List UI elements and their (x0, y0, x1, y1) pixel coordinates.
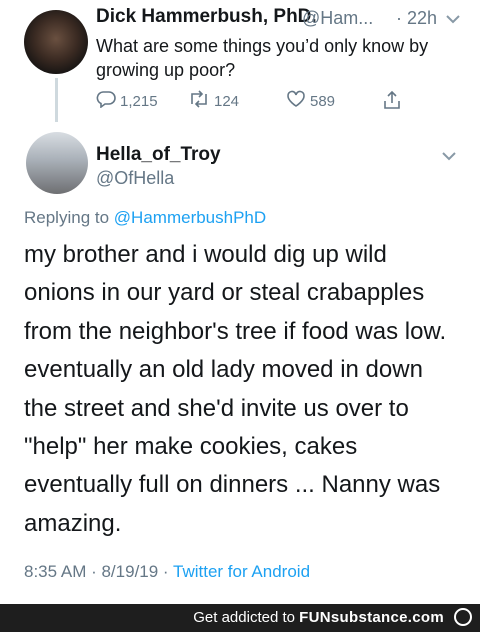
share-button[interactable] (382, 90, 402, 114)
watermark-brand: FUNsubstance.com (299, 609, 444, 626)
replying-prefix: Replying to (24, 208, 110, 227)
tweet-line: the street and she'd invite us over to (24, 394, 409, 422)
like-button[interactable]: 589 (286, 90, 335, 112)
tweet-metadata: 8:35 AM · 8/19/19 · Twitter for Android (24, 562, 310, 582)
chevron-down-icon[interactable] (446, 11, 460, 27)
tweet-time[interactable]: · 22h (396, 8, 437, 29)
watermark-text: Get addicted to FUNsubstance.com (193, 609, 444, 626)
funsubstance-logo-icon (454, 608, 472, 626)
timestamp[interactable]: 8:35 AM · 8/19/19 · (24, 562, 169, 581)
retweet-button[interactable]: 124 (188, 90, 239, 112)
watermark-prefix: Get addicted to (193, 609, 295, 626)
reply-icon (96, 90, 116, 112)
tweet-line: my brother and i would dig up wild (24, 241, 387, 268)
tweet-text: What are some things you’d only know by … (96, 36, 429, 80)
user-handle[interactable]: @OfHella (96, 168, 174, 189)
tweet-line: from the neighbor's tree if food was low… (24, 317, 447, 345)
avatar[interactable] (24, 10, 88, 74)
like-icon (286, 90, 306, 112)
display-name[interactable]: Dick Hammerbush, PhD. (96, 6, 317, 28)
reply-count: 1,215 (120, 92, 158, 110)
user-handle[interactable]: @Ham... (302, 8, 373, 29)
source-link[interactable]: Twitter for Android (173, 562, 310, 581)
mention-link[interactable]: @HammerbushPhD (114, 208, 266, 227)
replying-to: Replying to @HammerbushPhD (24, 208, 266, 228)
tweet-body: my brother and i would dig up wild onion… (24, 236, 464, 543)
avatar[interactable] (26, 132, 88, 194)
tweet-line: eventually an old lady moved in down (24, 356, 423, 384)
chevron-down-icon[interactable] (442, 148, 456, 164)
tweet-line: onions in our yard or steal crabapples (24, 279, 425, 307)
retweet-count: 124 (214, 92, 240, 110)
share-icon (382, 90, 402, 114)
tweet-line: eventually full on dinners ... Nanny was (24, 471, 441, 499)
watermark-bar: Get addicted to FUNsubstance.com (0, 604, 480, 632)
tweet-line: amazing. (24, 509, 122, 537)
thread-line (55, 78, 58, 122)
reply-button[interactable]: 1,215 (96, 90, 158, 112)
display-name[interactable]: Hella_of_Troy (96, 144, 221, 166)
like-count: 589 (310, 92, 336, 110)
tweet-line: "help" her make cookies, cakes (24, 433, 358, 461)
retweet-icon (188, 90, 210, 112)
